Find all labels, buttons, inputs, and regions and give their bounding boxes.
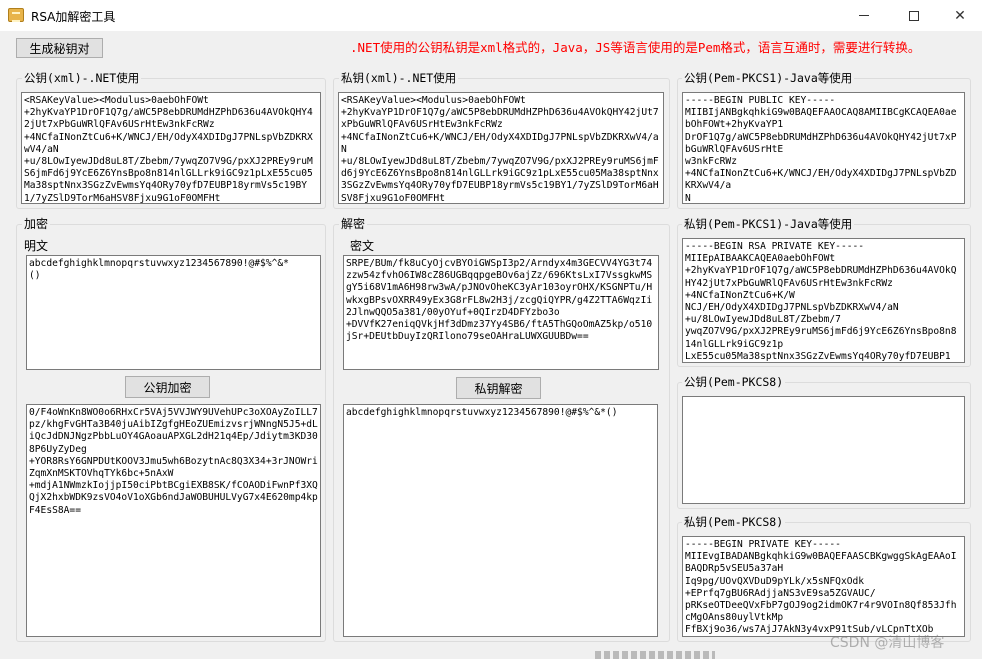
decrypt-plaintext-textarea[interactable]: abcdefghighklmnopqrstuvwxyz1234567890!@#…: [343, 404, 658, 637]
plaintext-label: 明文: [24, 239, 49, 253]
minimize-button[interactable]: [841, 0, 887, 31]
public-pkcs1-label: 公钥(Pem-PKCS1)-Java等使用: [682, 71, 855, 85]
close-icon: ✕: [954, 7, 966, 24]
format-notice: .NET使用的公钥私钥是xml格式的，Java，JS等语言使用的是Pem格式，语…: [350, 40, 921, 55]
minimize-icon: [859, 15, 869, 16]
public-key-encrypt-button[interactable]: 公钥加密: [125, 376, 210, 398]
decrypt-group-label: 解密: [339, 217, 368, 231]
key-app-icon: [8, 8, 24, 22]
csdn-watermark: CSDN @清山博客: [830, 635, 945, 651]
private-xml-textarea[interactable]: <RSAKeyValue><Modulus>0aebOhFOWt +2hyKva…: [338, 92, 664, 204]
maximize-button[interactable]: [891, 0, 937, 31]
background-artifact: [595, 651, 715, 659]
generate-keypair-button[interactable]: 生成秘钥对: [16, 38, 103, 58]
title-bar: RSA加解密工具 ✕: [0, 0, 982, 31]
ciphertext-label: 密文: [350, 239, 375, 253]
encrypt-ciphertext-textarea[interactable]: 0/F4oWnKn8WO0o6RHxCr5VAj5VVJWY9UVehUPc3o…: [26, 404, 321, 637]
private-pkcs8-textarea[interactable]: -----BEGIN PRIVATE KEY----- MIIEvgIBADAN…: [682, 536, 965, 637]
maximize-icon: [909, 10, 919, 21]
private-pkcs1-textarea[interactable]: -----BEGIN RSA PRIVATE KEY----- MIIEpAIB…: [682, 238, 965, 363]
private-pkcs8-label: 私钥(Pem-PKCS8): [682, 515, 786, 529]
encrypt-group-label: 加密: [22, 217, 51, 231]
window-title: RSA加解密工具: [31, 10, 116, 24]
private-xml-label: 私钥(xml)-.NET使用: [339, 71, 459, 85]
public-pkcs8-label: 公钥(Pem-PKCS8): [682, 375, 786, 389]
public-xml-label: 公钥(xml)-.NET使用: [22, 71, 142, 85]
public-pkcs1-textarea[interactable]: -----BEGIN PUBLIC KEY----- MIIBIjANBgkqh…: [682, 92, 965, 204]
encrypt-plaintext-textarea[interactable]: abcdefghighklmnopqrstuvwxyz1234567890!@#…: [26, 255, 321, 370]
public-xml-textarea[interactable]: <RSAKeyValue><Modulus>0aebOhFOWt +2hyKva…: [21, 92, 321, 204]
private-key-decrypt-button[interactable]: 私钥解密: [456, 377, 541, 399]
private-pkcs1-label: 私钥(Pem-PKCS1)-Java等使用: [682, 217, 855, 231]
decrypt-ciphertext-textarea[interactable]: SRPE/BUm/fk8uCyOjcvBYOiGWSpI3p2/Arndyx4m…: [343, 255, 659, 370]
public-pkcs8-textarea[interactable]: [682, 396, 965, 504]
close-button[interactable]: ✕: [937, 0, 982, 31]
